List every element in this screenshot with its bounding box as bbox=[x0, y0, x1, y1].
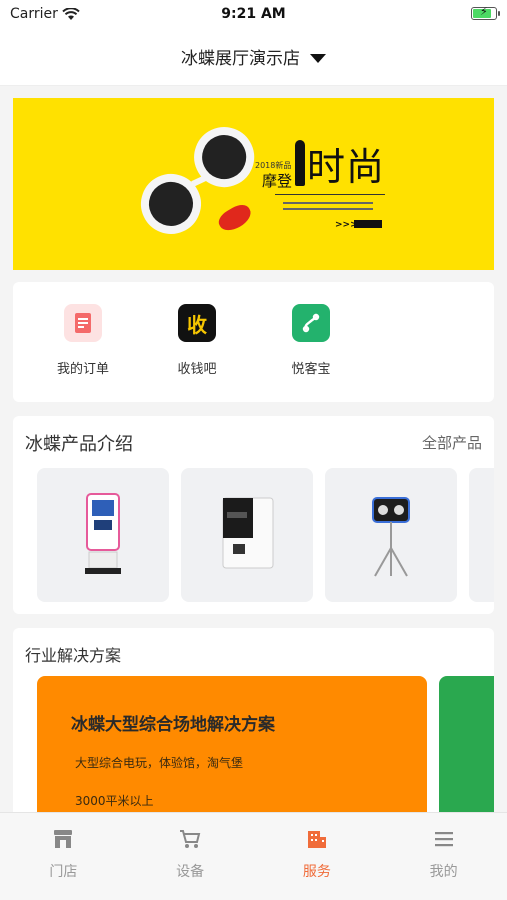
banner-text-line bbox=[283, 208, 373, 210]
quick-item-label: 我的订单 bbox=[56, 362, 109, 377]
coin-machine-image bbox=[222, 497, 274, 569]
tab-label: 设备 bbox=[176, 864, 205, 880]
caret-down-icon bbox=[310, 53, 326, 63]
tab-mine[interactable]: 我的 bbox=[380, 813, 507, 900]
product-card[interactable] bbox=[325, 468, 457, 602]
status-bar: Carrier 9:21 AM ⚡ bbox=[0, 0, 507, 28]
banner-text-line bbox=[283, 202, 373, 204]
tab-label: 门店 bbox=[49, 864, 78, 880]
shouqianba-icon: 收 bbox=[178, 304, 216, 342]
battery-icon: ⚡ bbox=[471, 5, 500, 20]
tab-label: 服务 bbox=[302, 864, 331, 880]
kiosk-image bbox=[85, 493, 121, 574]
product-section: 冰蝶产品介绍 全部产品 bbox=[13, 416, 494, 614]
menu-icon bbox=[434, 832, 453, 847]
yuekebao-icon bbox=[292, 304, 330, 342]
building-icon bbox=[307, 831, 326, 848]
section-title: 冰蝶产品介绍 bbox=[25, 434, 133, 455]
quick-item-yuekebao[interactable]: 悦客宝 bbox=[256, 304, 366, 377]
store-name: 冰蝶展厅演示店 bbox=[181, 49, 300, 69]
tab-service[interactable]: 服务 bbox=[254, 813, 381, 900]
solution-card-desc: 大型综合电玩，体验馆，淘气堡 bbox=[75, 756, 244, 770]
quick-item-orders[interactable]: 我的订单 bbox=[28, 304, 138, 377]
tab-store[interactable]: 门店 bbox=[0, 813, 127, 900]
product-card[interactable] bbox=[181, 468, 313, 602]
solution-card-next[interactable] bbox=[439, 676, 494, 828]
solution-card-title: 冰蝶大型综合场地解决方案 bbox=[71, 715, 275, 735]
quick-menu: 我的订单 收 收钱吧 悦客宝 bbox=[13, 282, 494, 402]
solution-card[interactable]: 冰蝶大型综合场地解决方案 大型综合电玩，体验馆，淘气堡 3000平米以上 bbox=[37, 676, 427, 828]
cart-icon bbox=[180, 830, 201, 848]
product-card[interactable] bbox=[469, 468, 494, 602]
solution-card-area: 3000平米以上 bbox=[75, 794, 154, 808]
banner-figure bbox=[295, 140, 305, 186]
banner-headline: 时尚 bbox=[307, 145, 386, 189]
quick-item-shouqianba[interactable]: 收 收钱吧 bbox=[142, 304, 252, 377]
banner-button bbox=[354, 220, 382, 228]
solutions-section: 行业解决方案 冰蝶大型综合场地解决方案 大型综合电玩，体验馆，淘气堡 3000平… bbox=[13, 628, 494, 828]
camera-tripod-image bbox=[372, 497, 410, 577]
tab-label: 我的 bbox=[429, 864, 458, 880]
order-icon bbox=[64, 304, 102, 342]
product-card[interactable] bbox=[37, 468, 169, 602]
quick-item-label: 收钱吧 bbox=[177, 362, 217, 377]
banner-divider bbox=[275, 194, 385, 195]
tab-bar: 门店 设备 服务 我的 bbox=[0, 812, 507, 900]
status-time: 9:21 AM bbox=[221, 6, 286, 22]
store-icon bbox=[54, 830, 73, 848]
tab-device[interactable]: 设备 bbox=[127, 813, 254, 900]
banner-subtitle: 摩登 bbox=[262, 172, 293, 190]
section-title: 行业解决方案 bbox=[25, 646, 122, 665]
all-products-link[interactable]: 全部产品 bbox=[422, 432, 482, 453]
quick-item-label: 悦客宝 bbox=[291, 362, 331, 377]
store-selector[interactable]: 冰蝶展厅演示店 bbox=[0, 28, 507, 86]
promo-banner[interactable]: 2018新品 摩登 时尚 >>> bbox=[13, 98, 494, 270]
